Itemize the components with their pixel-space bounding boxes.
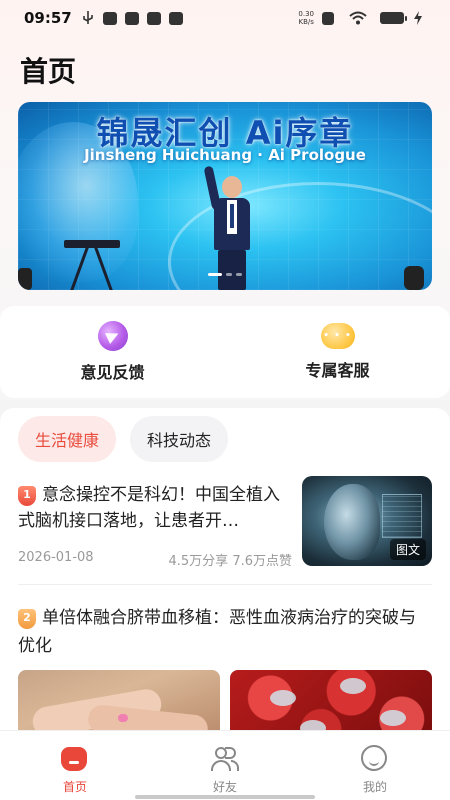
network-speed: 0.30 KB/s (298, 10, 314, 26)
article-shares: 4.5万分享 (168, 554, 229, 569)
sim-icon (320, 11, 336, 25)
content-type-badge: 图文 (389, 539, 426, 560)
banner-stage-light (18, 268, 32, 290)
article-likes: 7.6万点赞 (232, 554, 292, 569)
article-card[interactable]: 1 意念操控不是科幻！中国全植入式脑机接口落地，让患者开… 2026-01-08 … (0, 476, 450, 586)
wifi-icon (348, 11, 368, 25)
customer-service-label: 专属客服 (305, 361, 370, 380)
article-title-text: 意念操控不是科幻！中国全植入式脑机接口落地，让患者开… (18, 485, 280, 531)
tab-life-health[interactable]: 生活健康 (18, 416, 117, 462)
network-speed-unit: KB/s (298, 18, 314, 26)
carousel-indicator (18, 273, 432, 276)
app-icon (146, 11, 162, 25)
article-title: 2 单倍体融合脐带血移植：恶性血液病治疗的突破与优化 (18, 604, 428, 660)
nav-home-label: 首页 (62, 780, 87, 794)
battery-icon (380, 12, 407, 24)
article-image-blood-cells[interactable] (230, 670, 432, 730)
network-speed-value: 0.30 (298, 10, 314, 18)
nav-friends-label: 好友 (212, 780, 237, 794)
page-title: 首页 (20, 55, 77, 88)
charging-icon (410, 11, 426, 25)
article-image-hands[interactable] (18, 670, 220, 730)
chat-bubble-icon (320, 323, 355, 349)
tab-tech-news[interactable]: 科技动态 (130, 416, 229, 462)
carousel-dot[interactable] (208, 273, 222, 276)
profile-icon (361, 745, 389, 773)
usb-icon (80, 11, 96, 25)
bottom-navigation: 首页 好友 我的 (0, 730, 450, 800)
carousel-dot[interactable] (226, 273, 232, 276)
app-icon (168, 11, 184, 25)
paper-plane-icon (97, 321, 128, 351)
status-bar: 09:57 0.30 KB/s (0, 0, 450, 36)
rank-badge-icon: 2 (18, 609, 36, 629)
banner-subtitle: Jinsheng Huichuang · Ai Prologue (84, 146, 366, 164)
rank-badge-icon: 1 (18, 486, 36, 506)
hologram-panel-image (382, 494, 422, 538)
notification-icon (102, 11, 118, 25)
feedback-label: 意见反馈 (80, 363, 145, 382)
banner-keyboard-stand (64, 240, 120, 290)
banner-carousel[interactable]: 锦晟汇创 Ai序章 Jinsheng Huichuang · Ai Prolog… (18, 102, 432, 290)
carousel-dot[interactable] (236, 273, 242, 276)
customer-service-button[interactable]: 专属客服 (225, 306, 450, 398)
shield-icon (124, 11, 140, 25)
nav-profile-label: 我的 (362, 780, 387, 794)
status-time: 09:57 (24, 9, 72, 27)
article-date: 2026-01-08 (18, 550, 94, 565)
article-meta: 2026-01-08 4.5万分享 7.6万点赞 (18, 550, 292, 569)
nav-profile[interactable]: 我的 (300, 731, 450, 800)
article-title-text: 单倍体融合脐带血移植：恶性血液病治疗的突破与优化 (18, 608, 416, 656)
article-stats: 4.5万分享 7.6万点赞 (168, 550, 292, 569)
news-feed: 生活健康 科技动态 1 意念操控不是科幻！中国全植入式脑机接口落地，让患者开… 2… (0, 408, 450, 730)
article-title: 1 意念操控不是科幻！中国全植入式脑机接口落地，让患者开… (18, 482, 294, 534)
nav-friends[interactable]: 好友 (150, 731, 300, 800)
article-thumbnail[interactable]: 图文 (302, 476, 432, 566)
home-icon (61, 745, 89, 773)
category-tabs: 生活健康 科技动态 (18, 416, 229, 462)
feedback-button[interactable]: 意见反馈 (0, 306, 225, 398)
home-indicator[interactable] (135, 795, 315, 799)
banner-stage-light (404, 266, 424, 290)
divider (18, 584, 432, 585)
friends-icon (211, 745, 239, 773)
ai-head-image (324, 484, 380, 560)
article-card[interactable]: 2 单倍体融合脐带血移植：恶性血液病治疗的突破与优化 (0, 598, 450, 730)
quick-actions-card: 意见反馈 专属客服 (0, 306, 450, 398)
nav-home[interactable]: 首页 (0, 731, 150, 800)
